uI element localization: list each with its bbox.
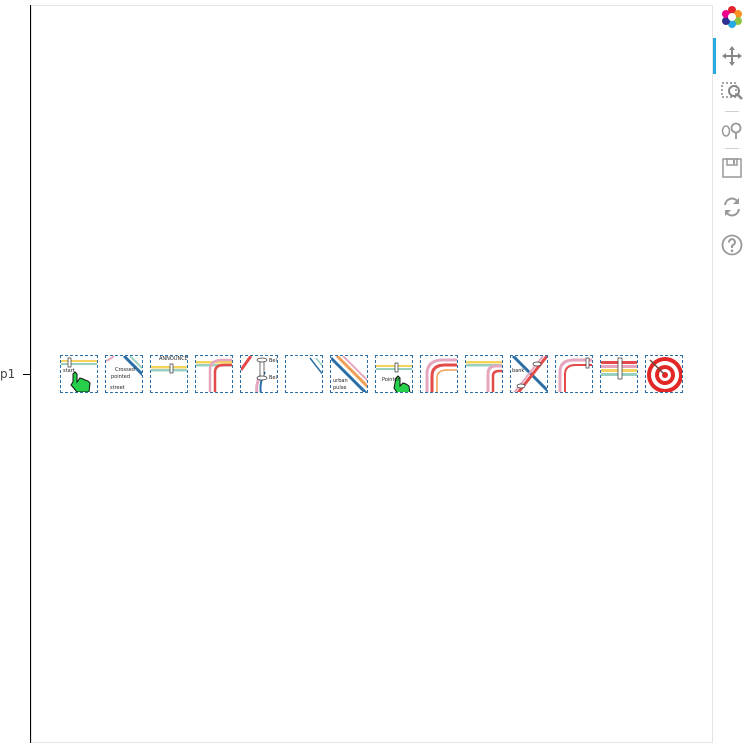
pan-tool-icon[interactable] (721, 45, 743, 67)
tile-labeled-bar[interactable]: ANNOUNCE (150, 355, 188, 393)
tile-curve-pink-corner-graphic (558, 357, 592, 392)
tile-crossing-x-graphic (511, 356, 547, 392)
tile-stripes-station-graphic (601, 357, 637, 380)
tile-crossed-diagonal-line2: pointed (111, 374, 131, 380)
tile-crossed-diagonal-line1: Crossed (115, 367, 135, 373)
tile-corner-colored-graphic (196, 358, 232, 392)
tile-thin-diagonal[interactable] (285, 355, 323, 393)
box-zoom-tool-icon[interactable] (721, 82, 743, 104)
tile-stripes-station[interactable] (600, 355, 638, 393)
tile-crossing-x-label: bank (512, 368, 525, 374)
y-tick-label: p1 (0, 367, 16, 381)
tile-hand-pointer[interactable]: Pointer (375, 355, 413, 393)
tile-corner-colored[interactable] (195, 355, 233, 393)
tile-target-graphic (647, 357, 682, 392)
tile-diagonal-labeled[interactable]: urban pulse (330, 355, 368, 393)
tile-diagonal-labeled-line2: pulse (333, 385, 347, 391)
tile-hand-start[interactable]: start (60, 355, 98, 393)
tile-bridge-markers-line1: Bel (269, 358, 277, 364)
tile-curve-red-graphic (425, 358, 457, 392)
toolbar-separator (725, 148, 739, 149)
y-tick (23, 374, 30, 375)
wheel-zoom-tool-icon[interactable] (721, 119, 743, 141)
tile-bridge-markers-line2: Bel (269, 375, 277, 381)
tile-thin-diagonal-graphic (309, 357, 322, 375)
tile-crossed-diagonal-bottom: street (110, 385, 125, 391)
active-tool-indicator (713, 38, 716, 74)
help-tool-icon[interactable] (721, 234, 743, 256)
tile-labeled-bar-label: ANNOUNCE (159, 356, 188, 362)
save-tool-icon[interactable] (721, 157, 743, 179)
tile-hand-start-label: start (63, 368, 75, 374)
bokeh-logo-icon[interactable] (721, 6, 743, 28)
tile-crossing-x[interactable]: bank (510, 355, 548, 393)
y-axis-line (30, 5, 31, 743)
toolbar (713, 0, 748, 748)
tile-curve-red[interactable] (420, 355, 458, 393)
reset-tool-icon[interactable] (721, 196, 743, 218)
tile-hand-pointer-label: Pointer (382, 377, 400, 383)
tile-curve-pink-graphic (466, 361, 502, 392)
tile-bridge-markers[interactable]: Bel Bel (240, 355, 278, 393)
tile-hand-start-graphic (61, 357, 97, 392)
toolbar-separator (725, 111, 739, 112)
tile-target[interactable] (645, 355, 683, 393)
tile-curve-pink-corner[interactable] (555, 355, 593, 393)
tile-diagonal-labeled-line1: urban (333, 378, 348, 384)
tile-curve-pink[interactable] (465, 355, 503, 393)
tile-crossed-diagonal[interactable]: Crossed pointed street (105, 355, 143, 393)
tile-hand-pointer-graphic (376, 362, 412, 392)
